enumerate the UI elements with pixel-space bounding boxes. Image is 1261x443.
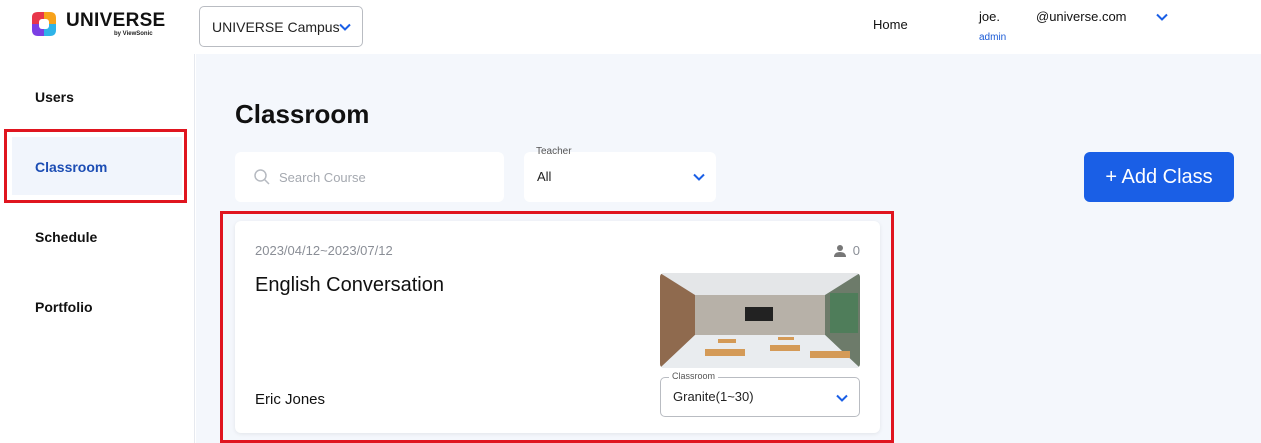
classroom-select-label: Classroom: [669, 371, 719, 381]
classroom-select-value: Granite(1~30): [673, 389, 754, 404]
class-title: English Conversation: [255, 274, 444, 296]
top-bar: UNIVERSE by ViewSonic UNIVERSE Campus Ho…: [0, 0, 1261, 54]
person-icon: [833, 244, 846, 257]
campus-select-value: UNIVERSE Campus: [212, 18, 340, 35]
chevron-down-icon: [693, 173, 705, 181]
classroom-3d-image: [660, 273, 860, 368]
classroom-thumbnail: [660, 273, 860, 368]
sidebar-item-classroom[interactable]: Classroom: [35, 159, 107, 175]
teacher-filter-value: All: [537, 169, 552, 184]
sidebar-item-schedule[interactable]: Schedule: [35, 229, 97, 245]
home-link[interactable]: Home: [873, 17, 908, 32]
class-teacher: Eric Jones: [255, 391, 326, 408]
add-class-button[interactable]: + Add Class: [1084, 152, 1234, 202]
user-name: joe.: [979, 9, 1000, 24]
sidebar-item-portfolio[interactable]: Portfolio: [35, 299, 93, 315]
page-title: Classroom: [235, 99, 370, 129]
teacher-filter-label: Teacher: [536, 146, 572, 157]
universe-logo[interactable]: UNIVERSE by ViewSonic: [30, 10, 165, 42]
class-card[interactable]: 2023/04/12~2023/07/12 0 English Conversa…: [235, 221, 880, 433]
sidebar-item-users[interactable]: Users: [35, 89, 74, 105]
student-count-value: 0: [852, 243, 860, 258]
brand-name: UNIVERSE: [66, 10, 166, 31]
teacher-filter-select[interactable]: Teacher All: [524, 146, 716, 202]
user-role: admin: [979, 32, 1007, 43]
student-count: 0: [833, 243, 860, 258]
sidebar: Users Classroom Schedule Portfolio: [0, 54, 195, 443]
search-box[interactable]: [235, 152, 504, 202]
chevron-down-icon: [836, 394, 848, 402]
campus-select[interactable]: UNIVERSE Campus: [199, 6, 363, 47]
user-email: @universe.com: [1036, 9, 1127, 24]
classroom-select[interactable]: Classroom Granite(1~30): [660, 371, 860, 417]
user-menu-chevron-icon[interactable]: [1155, 10, 1169, 24]
brand-byline: by ViewSonic: [114, 31, 153, 37]
universe-logo-icon: [32, 12, 56, 36]
class-dates: 2023/04/12~2023/07/12: [255, 243, 393, 258]
chevron-down-icon: [339, 23, 351, 31]
main-content: Classroom Teacher All + Add Class 2023/0…: [196, 54, 1261, 443]
search-input[interactable]: [279, 169, 489, 185]
search-icon: [254, 169, 270, 185]
